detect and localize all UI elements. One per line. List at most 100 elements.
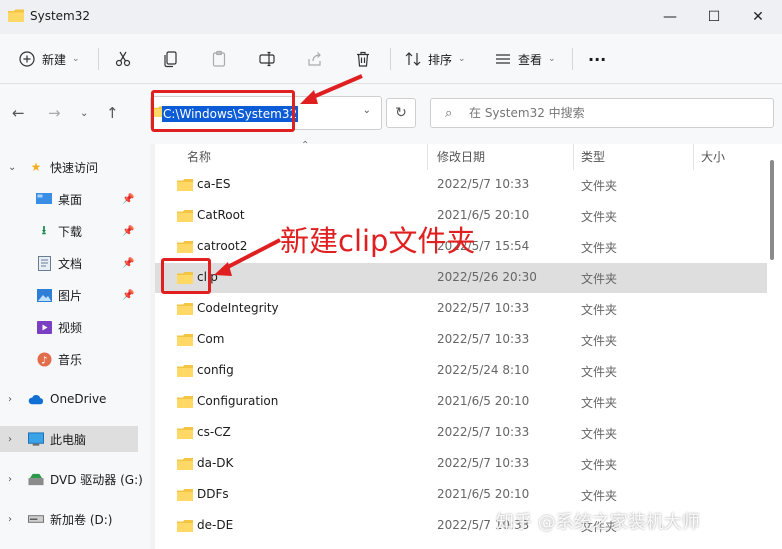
folder-icon	[177, 241, 193, 253]
pin-icon: 📌	[122, 289, 135, 301]
file-name: config	[197, 363, 234, 377]
column-header-type[interactable]: 类型	[581, 148, 605, 165]
pin-icon: 📌	[122, 193, 135, 205]
computer-icon	[28, 431, 44, 447]
sidebar-item-label: 视频	[58, 320, 83, 335]
file-type: 文件夹	[581, 458, 618, 472]
sidebar-item-label: 此电脑	[50, 432, 87, 447]
column-header-size[interactable]: 大小	[701, 148, 725, 165]
folder-icon	[177, 520, 193, 532]
pin-icon: 📌	[122, 225, 135, 237]
folder-icon	[177, 179, 193, 191]
file-row[interactable]: Configuration 2021/6/5 20:10 文件夹	[155, 387, 767, 417]
sidebar-item-documents[interactable]: 文档 📌	[0, 250, 138, 276]
folder-icon	[177, 210, 193, 222]
file-type: 文件夹	[581, 210, 618, 224]
file-name: da-DK	[197, 456, 234, 470]
column-header-name[interactable]: 名称	[187, 148, 211, 165]
view-button[interactable]: 查看 ⌄	[494, 46, 556, 72]
file-row[interactable]: config 2022/5/24 8:10 文件夹	[155, 356, 767, 386]
chevron-right-icon[interactable]: ›	[8, 394, 12, 405]
new-label: 新建	[42, 52, 67, 67]
forward-arrow-icon[interactable]: →	[48, 104, 61, 122]
file-row-selected[interactable]: clip 2022/5/26 20:30 文件夹	[155, 263, 767, 293]
share-icon	[308, 52, 321, 66]
more-options-button[interactable]: ···	[588, 46, 606, 72]
cut-button[interactable]	[114, 46, 132, 72]
desktop-icon	[36, 191, 52, 207]
sidebar-item-videos[interactable]: 视频	[0, 314, 138, 340]
file-name: CatRoot	[197, 208, 245, 222]
navigation-pane: ⌄ ★ 快速访问 桌面 📌 ⭳ 下载 📌 文档 📌 图片 📌 视频 ♪ 音乐 ›…	[0, 144, 150, 549]
sidebar-item-label: 音乐	[58, 352, 83, 367]
chevron-down-icon[interactable]: ⌄	[8, 162, 16, 173]
list-view-icon	[496, 54, 510, 64]
file-row[interactable]: da-DK 2022/5/7 10:33 文件夹	[155, 449, 767, 479]
refresh-button[interactable]: ↻	[386, 98, 416, 128]
sidebar-item-desktop[interactable]: 桌面 📌	[0, 186, 138, 212]
sort-button[interactable]: 排序 ⌄	[404, 46, 466, 72]
file-date: 2022/5/7 10:33	[437, 301, 530, 315]
close-button[interactable]: ✕	[736, 0, 780, 34]
column-header-date[interactable]: 修改日期	[437, 148, 485, 165]
folder-icon	[177, 427, 193, 439]
annotation-text: 新建clip文件夹	[280, 224, 476, 258]
sidebar-item-label: 快速访问	[50, 160, 99, 175]
share-button[interactable]	[306, 46, 324, 72]
search-icon: ⌕	[445, 106, 453, 121]
maximize-button[interactable]: ☐	[692, 0, 736, 34]
column-divider[interactable]	[427, 144, 428, 170]
copy-button[interactable]	[162, 46, 180, 72]
command-bar: 新建 ⌄ 排序 ⌄ 查看 ⌄ ···	[0, 34, 782, 84]
vertical-scrollbar[interactable]	[770, 160, 774, 260]
sort-label: 排序	[428, 52, 453, 67]
recent-locations-chevron-icon[interactable]: ⌄	[80, 108, 88, 119]
watermark-text: 知乎 @系统之家装机大师	[496, 512, 700, 533]
clipboard-icon	[212, 50, 226, 67]
file-date: 2021/6/5 20:10	[437, 394, 530, 408]
new-button[interactable]: 新建 ⌄	[18, 46, 80, 72]
chevron-right-icon[interactable]: ›	[8, 434, 12, 445]
sidebar-item-quick-access[interactable]: ⌄ ★ 快速访问	[0, 154, 138, 180]
file-name: cs-CZ	[197, 425, 231, 439]
sidebar-item-onedrive[interactable]: › OneDrive	[0, 386, 138, 412]
file-date: 2022/5/7 10:33	[437, 332, 530, 346]
toolbar-divider	[98, 48, 99, 70]
delete-button[interactable]	[354, 46, 372, 72]
file-date: 2022/5/26 20:30	[437, 270, 537, 284]
star-icon: ★	[30, 160, 42, 174]
rename-icon	[259, 51, 275, 67]
pin-icon: 📌	[122, 257, 135, 269]
sidebar-item-dvd-drive[interactable]: › DVD 驱动器 (G:)	[0, 466, 143, 492]
file-row[interactable]: cs-CZ 2022/5/7 10:33 文件夹	[155, 418, 767, 448]
minimize-button[interactable]: —	[648, 0, 692, 34]
download-icon: ⭳	[41, 222, 47, 237]
window-title: System32	[30, 9, 91, 23]
clip-highlight-box	[161, 258, 211, 294]
column-divider[interactable]	[693, 144, 694, 170]
sidebar-item-this-pc[interactable]: › 此电脑	[0, 426, 138, 452]
file-name: Configuration	[197, 394, 279, 408]
chevron-down-icon[interactable]: ⌄	[363, 105, 371, 116]
rename-button[interactable]	[258, 46, 276, 72]
search-box[interactable]: ⌕	[430, 98, 774, 128]
file-date: 2022/5/7 10:33	[437, 456, 530, 470]
file-row[interactable]: ca-ES 2022/5/7 10:33 文件夹	[155, 170, 767, 200]
chevron-right-icon[interactable]: ›	[8, 514, 12, 525]
chevron-right-icon[interactable]: ›	[8, 474, 12, 485]
file-name: Com	[197, 332, 225, 346]
paste-button[interactable]	[210, 46, 228, 72]
sort-icon	[405, 52, 421, 66]
file-row[interactable]: Com 2022/5/7 10:33 文件夹	[155, 325, 767, 355]
search-input[interactable]	[469, 104, 759, 122]
file-row[interactable]: CodeIntegrity 2022/5/7 10:33 文件夹	[155, 294, 767, 324]
sidebar-item-pictures[interactable]: 图片 📌	[0, 282, 138, 308]
back-arrow-icon[interactable]: ←	[12, 104, 25, 122]
sidebar-item-new-volume[interactable]: › 新加卷 (D:)	[0, 506, 138, 532]
file-row[interactable]: DDFs 2021/6/5 20:10 文件夹	[155, 480, 767, 510]
up-arrow-icon[interactable]: ↑	[106, 104, 119, 122]
column-divider[interactable]	[573, 144, 574, 170]
folder-icon	[177, 396, 193, 408]
sidebar-item-downloads[interactable]: ⭳ 下载 📌	[0, 218, 138, 244]
sidebar-item-music[interactable]: ♪ 音乐	[0, 346, 138, 372]
